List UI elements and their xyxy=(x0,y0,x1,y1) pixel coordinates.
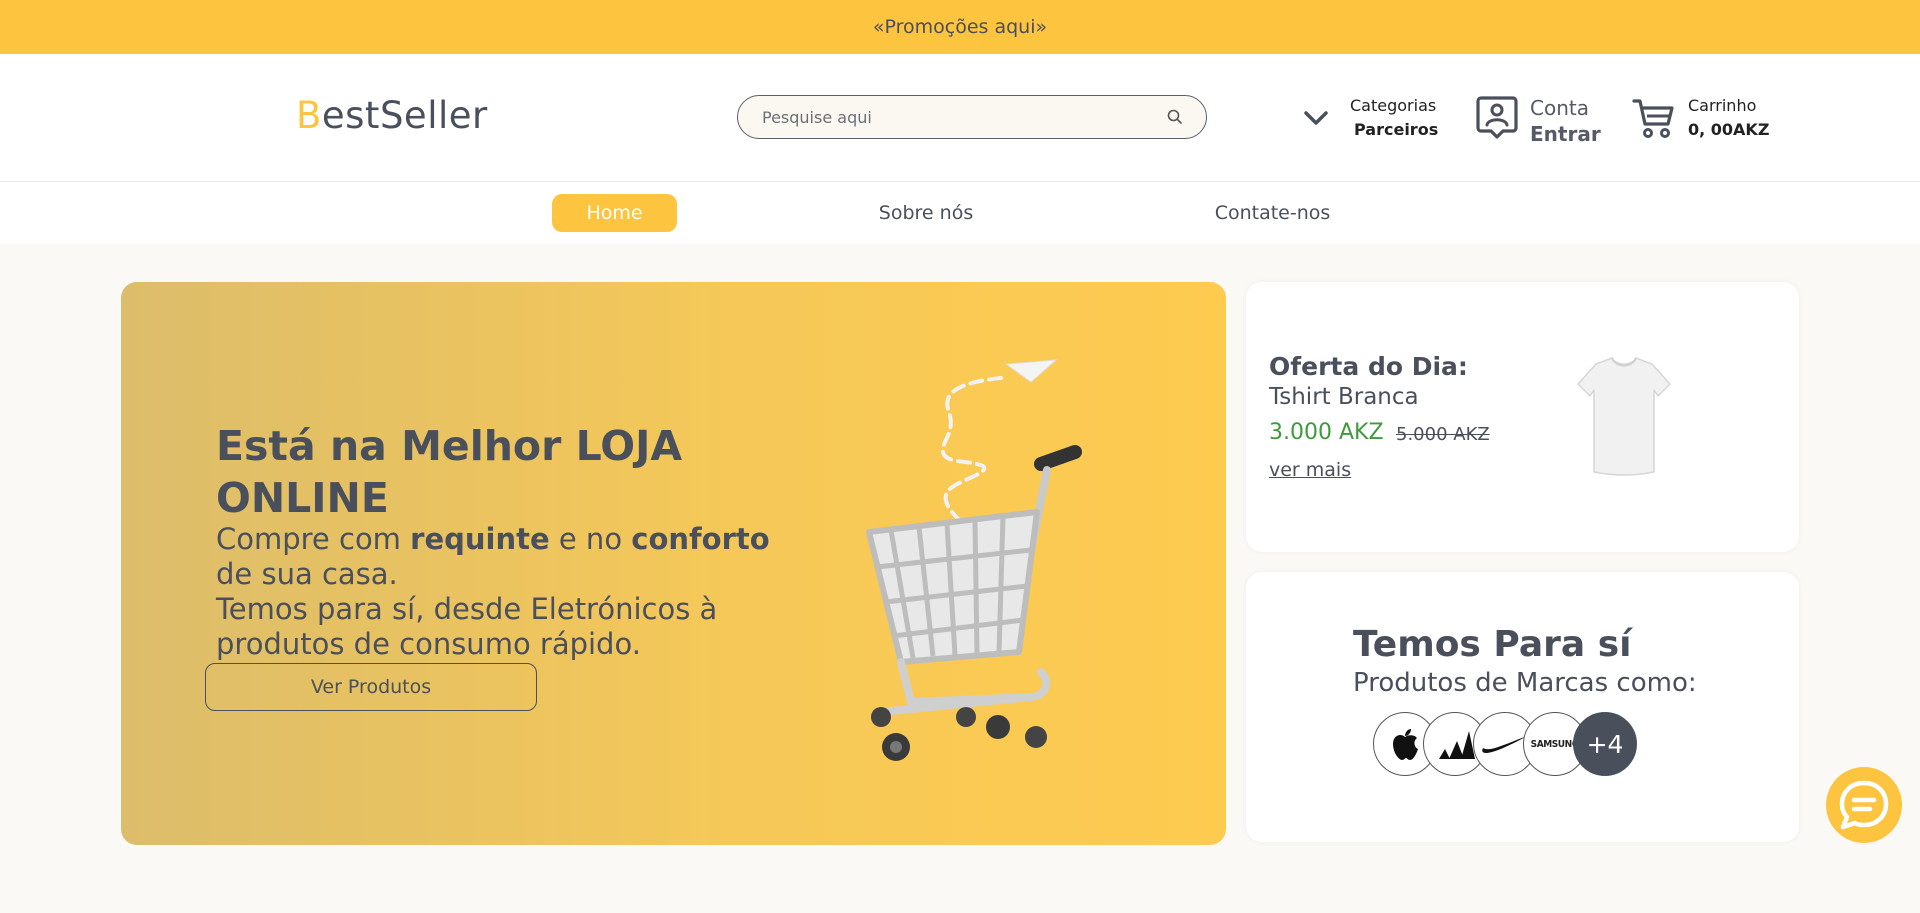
hero-banner: Está na Melhor LOJA ONLINE Compre com re… xyxy=(121,282,1226,845)
view-products-button[interactable]: Ver Produtos xyxy=(205,663,537,711)
hero-sub-line2: Temos para sí, desde Eletrónicos à produ… xyxy=(216,592,718,661)
apple-icon xyxy=(1393,729,1418,760)
hero-title: Está na Melhor LOJA ONLINE xyxy=(216,422,683,522)
hero-subtitle: Compre com requinte e no conforto de sua… xyxy=(216,522,786,662)
chat-icon xyxy=(1839,780,1889,830)
see-more-link[interactable]: ver mais xyxy=(1269,459,1351,481)
logo[interactable]: BestSeller xyxy=(296,94,488,137)
shopping-cart-illustration xyxy=(866,359,1082,761)
nav-contact[interactable]: Contate-nos xyxy=(1200,194,1345,232)
samsung-logo-text: SAMSUNG xyxy=(1531,738,1579,750)
deal-old-price: 5.000 AKZ xyxy=(1396,424,1490,445)
account-menu[interactable]: Conta Entrar xyxy=(1475,92,1615,150)
deal-label: Oferta do Dia: xyxy=(1269,352,1468,381)
cart-menu[interactable]: Carrinho 0, 00AKZ xyxy=(1630,92,1780,150)
nav-about[interactable]: Sobre nós xyxy=(860,194,992,232)
categories-menu[interactable]: Categorias Parceiros xyxy=(1300,92,1440,142)
search-input[interactable] xyxy=(762,96,1162,138)
brands-card: Temos Para sí Produtos de Marcas como: S… xyxy=(1246,572,1799,842)
cart-icon xyxy=(1632,99,1674,138)
partners-label: Parceiros xyxy=(1354,120,1439,139)
adidas-icon xyxy=(1439,731,1475,759)
hero-sub-part: e no xyxy=(549,522,632,556)
chevron-down-icon xyxy=(1304,111,1328,125)
hero-sub-part: de sua casa. xyxy=(216,557,398,591)
hero-sub-part: Compre com xyxy=(216,522,411,556)
nike-icon xyxy=(1482,736,1527,753)
hero-sub-bold: conforto xyxy=(631,522,770,556)
login-label: Entrar xyxy=(1530,122,1601,146)
logo-first-letter: B xyxy=(296,94,322,137)
promo-text: «Promoções aqui» xyxy=(872,16,1048,38)
main-nav: Home Sobre nós Contate-nos xyxy=(0,182,1920,244)
hero-sub-bold: requinte xyxy=(410,522,550,556)
brands-title: Temos Para sí xyxy=(1353,624,1632,665)
search-box xyxy=(737,95,1207,139)
cart-total: 0, 00AKZ xyxy=(1688,120,1770,139)
chat-button[interactable] xyxy=(1826,767,1902,843)
deal-price: 3.000 AKZ xyxy=(1269,420,1384,445)
categories-label: Categorias xyxy=(1350,96,1437,115)
logo-rest: estSeller xyxy=(321,94,488,137)
brand-logos: SAMSUNG +4 xyxy=(1373,712,1653,778)
header: BestSeller Categorias Parceiros Conta En… xyxy=(0,54,1920,182)
search-icon[interactable] xyxy=(1166,108,1184,126)
more-brands-badge[interactable]: +4 xyxy=(1573,712,1637,776)
cart-label: Carrinho xyxy=(1688,96,1757,115)
deal-of-the-day-card: Oferta do Dia: Tshirt Branca 3.000 AKZ 5… xyxy=(1246,282,1799,552)
nav-home[interactable]: Home xyxy=(552,194,677,232)
account-label: Conta xyxy=(1530,96,1589,120)
promo-banner: «Promoções aqui» xyxy=(0,0,1920,54)
tshirt-image[interactable] xyxy=(1574,356,1674,476)
account-icon xyxy=(1476,96,1518,139)
deal-product-name: Tshirt Branca xyxy=(1269,384,1419,410)
brands-subtitle: Produtos de Marcas como: xyxy=(1353,668,1697,698)
